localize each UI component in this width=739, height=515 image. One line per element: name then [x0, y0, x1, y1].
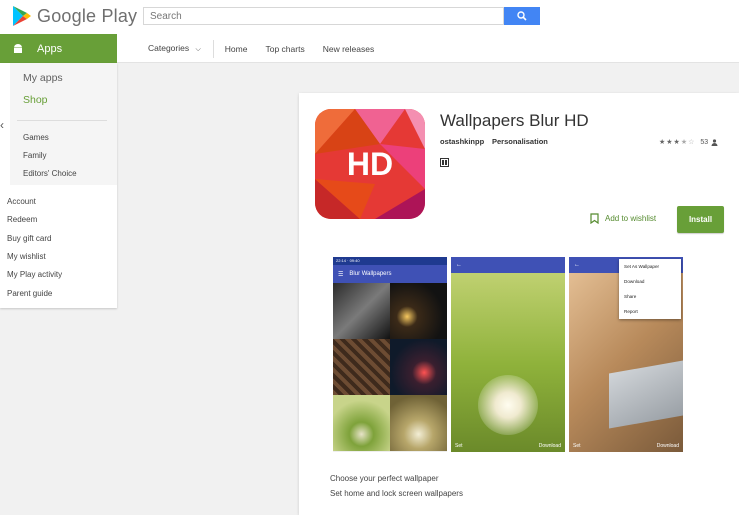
- menu-item-report[interactable]: Report: [619, 304, 681, 319]
- apps-tab[interactable]: Apps: [0, 34, 117, 63]
- phone-status-bar: 22:14 · 09:40: [333, 257, 447, 265]
- developer-link[interactable]: ostashkinpp: [440, 137, 484, 146]
- logo-text: Google Play: [37, 5, 138, 26]
- menu-item-download[interactable]: Download: [619, 274, 681, 289]
- sidebar-item-editors-choice[interactable]: Editors' Choice: [23, 169, 77, 178]
- screenshot-footer: Set Download: [569, 440, 683, 452]
- sidebar-item-redeem[interactable]: Redeem: [7, 215, 37, 224]
- sidebar: My apps Shop Games Family Editors' Choic…: [0, 63, 117, 308]
- search-icon: [517, 11, 527, 21]
- person-icon: [711, 138, 718, 146]
- sidebar-item-my-wishlist[interactable]: My wishlist: [7, 252, 46, 261]
- wallpaper-thumb: [333, 395, 390, 451]
- screenshot-2[interactable]: ← Set Download: [451, 257, 565, 452]
- screenshot-1[interactable]: 22:14 · 09:40 ☰ Blur Wallpapers: [333, 257, 447, 452]
- app-icon-text: HD: [346, 145, 394, 182]
- phone-app-title: Blur Wallpapers: [349, 271, 392, 277]
- nav-home[interactable]: Home: [225, 44, 248, 54]
- description-line: Set home and lock screen wallpapers: [330, 489, 463, 498]
- sidebar-item-games[interactable]: Games: [23, 133, 49, 142]
- chevron-down-icon: ⌵: [195, 46, 201, 53]
- phone-app-bar: ☰ Blur Wallpapers: [333, 265, 447, 283]
- arrow-back-icon: ←: [456, 262, 462, 268]
- add-to-wishlist-button[interactable]: Add to wishlist: [590, 213, 656, 224]
- wallpaper-thumb: [390, 395, 447, 451]
- nav-new-releases[interactable]: New releases: [323, 44, 375, 54]
- screenshot-footer: Set Download: [451, 440, 565, 452]
- options-menu: Set As Wallpaper Download Share Report: [619, 259, 681, 319]
- sidebar-item-parent-guide[interactable]: Parent guide: [7, 289, 52, 298]
- sub-navigation: Apps Categories ⌵ Home Top charts New re…: [0, 34, 739, 63]
- google-play-logo[interactable]: Google Play: [10, 5, 137, 27]
- wallpaper-thumb: [333, 339, 390, 395]
- content-rating-icon: [440, 154, 449, 172]
- chevron-left-icon[interactable]: ‹: [0, 118, 4, 132]
- android-icon: [14, 43, 22, 53]
- nav-divider: [212, 39, 214, 58]
- screenshot-3[interactable]: ← Set As Wallpaper Download Share Report…: [569, 257, 683, 452]
- wallpaper-thumb: [390, 283, 447, 339]
- sidebar-item-shop[interactable]: Shop: [23, 94, 48, 106]
- star-rating: ★★★★☆: [659, 139, 696, 146]
- wallpaper-thumb: [333, 283, 390, 339]
- app-icon: HD: [315, 109, 425, 219]
- wallpaper-grid: [333, 283, 447, 451]
- laptop-image: [609, 360, 683, 429]
- wallpaper-thumb: [390, 339, 447, 395]
- description-line: Choose your perfect wallpaper: [330, 474, 439, 483]
- sidebar-item-my-play-activity[interactable]: My Play activity: [7, 270, 62, 279]
- menu-icon: ☰: [338, 271, 344, 278]
- dandelion-image: [478, 375, 538, 435]
- search-input[interactable]: Search: [143, 7, 504, 25]
- set-label: Set: [455, 443, 463, 449]
- categories-label: Categories: [148, 43, 190, 53]
- sidebar-item-family[interactable]: Family: [23, 151, 47, 160]
- phone-app-bar: ←: [451, 257, 565, 273]
- menu-item-share[interactable]: Share: [619, 289, 681, 304]
- sidebar-item-buy-gift-card[interactable]: Buy gift card: [7, 234, 51, 243]
- download-label: Download: [538, 443, 561, 449]
- wishlist-label: Add to wishlist: [605, 214, 657, 223]
- arrow-back-icon: ←: [574, 262, 580, 268]
- search-button[interactable]: [504, 7, 540, 25]
- app-title: Wallpapers Blur HD: [440, 111, 589, 130]
- app-details-card: HD Wallpapers Blur HD ostashkinpp Person…: [299, 93, 739, 515]
- sidebar-divider: [17, 120, 107, 121]
- play-logo-icon: [13, 6, 31, 26]
- bookmark-add-icon: [590, 213, 599, 224]
- categories-dropdown[interactable]: Categories ⌵: [148, 43, 201, 54]
- install-button[interactable]: Install: [677, 206, 724, 233]
- rating-count: 53: [700, 138, 709, 146]
- apps-tab-label: Apps: [37, 42, 63, 55]
- sidebar-item-account[interactable]: Account: [7, 197, 36, 206]
- nav-top-charts[interactable]: Top charts: [265, 44, 304, 54]
- menu-item-set-as-wallpaper[interactable]: Set As Wallpaper: [619, 259, 681, 274]
- rating-summary: ★★★★☆ 53: [659, 138, 718, 146]
- category-link[interactable]: Personalisation: [492, 137, 548, 146]
- sidebar-item-my-apps[interactable]: My apps: [23, 72, 63, 84]
- top-bar: Google Play Search: [0, 0, 739, 34]
- set-label: Set: [573, 443, 581, 449]
- download-label: Download: [656, 443, 679, 449]
